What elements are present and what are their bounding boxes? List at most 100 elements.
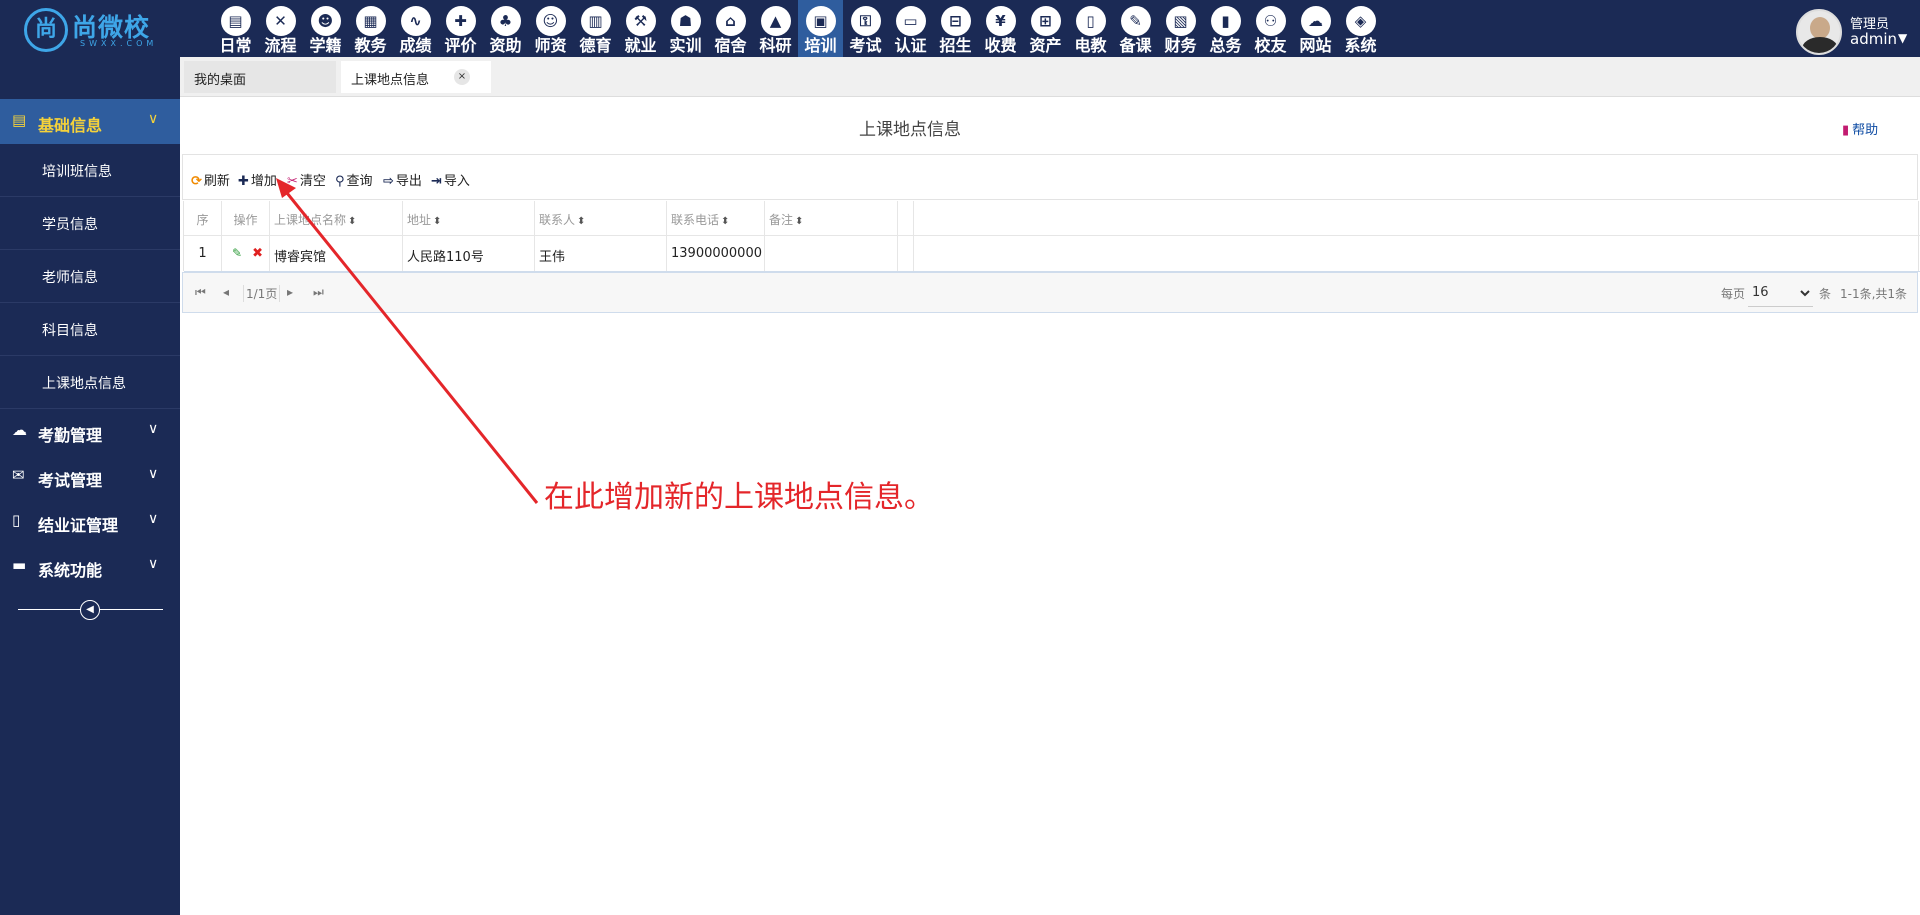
plus-button[interactable]: ✚ 增加: [238, 170, 277, 189]
module-calendar[interactable]: ▤ 日常: [213, 0, 258, 57]
delete-icon[interactable]: ✖: [252, 246, 263, 261]
news-icon: ▧: [1165, 6, 1196, 36]
collapse-left-icon[interactable]: ◀: [80, 600, 100, 620]
sidebar-item[interactable]: 学员信息: [0, 197, 180, 250]
module-cube[interactable]: ◈ 系统: [1338, 0, 1383, 57]
sidebar-item[interactable]: 培训班信息: [0, 144, 180, 197]
document-icon: ▯: [1075, 6, 1106, 36]
key-icon: ⚿: [850, 6, 881, 36]
module-monitor[interactable]: ▭ 认证: [888, 0, 933, 57]
cloud-icon: ☁: [12, 421, 27, 439]
sidebar-group-2[interactable]: ✉ 考试管理 ∨: [0, 454, 180, 499]
sidebar-group-3[interactable]: ▯ 结业证管理 ∨: [0, 499, 180, 544]
refresh-icon: ⟳: [191, 174, 202, 189]
sidebar-item-label: 老师信息: [42, 270, 98, 286]
column-header[interactable]: 备注 ⬍: [765, 201, 898, 235]
sidebar-item[interactable]: 老师信息: [0, 250, 180, 303]
close-icon[interactable]: ×: [454, 69, 470, 85]
sort-icon[interactable]: ⬍: [577, 216, 585, 227]
prev-page-icon[interactable]: ◂: [223, 285, 229, 299]
column-header[interactable]: 联系人 ⬍: [535, 201, 667, 235]
module-key[interactable]: ⚿ 考试: [843, 0, 888, 57]
module-cloud[interactable]: ☁ 网站: [1293, 0, 1338, 57]
per-page-select[interactable]: 10162050: [1748, 279, 1813, 307]
sidebar-group-1[interactable]: ☁ 考勤管理 ∨: [0, 409, 180, 454]
chevron-down-icon[interactable]: ∨: [148, 421, 158, 437]
module-chart[interactable]: ∿ 成绩: [393, 0, 438, 57]
module-label: 总务: [1209, 36, 1242, 55]
picture-icon: ▣: [805, 6, 836, 36]
tab-course-location[interactable]: 上课地点信息 ×: [341, 61, 491, 93]
module-training[interactable]: ☗ 实训: [663, 0, 708, 57]
module-bus[interactable]: ⊟ 招生: [933, 0, 978, 57]
chevron-down-icon[interactable]: ∨: [148, 111, 158, 127]
search-button[interactable]: ⚲ 查询: [335, 170, 373, 189]
import-button[interactable]: ⇥ 导入: [431, 170, 470, 189]
module-book[interactable]: ▥ 德育: [573, 0, 618, 57]
module-picture[interactable]: ▣ 培训: [798, 0, 843, 57]
module-yen[interactable]: ¥ 收费: [978, 0, 1023, 57]
module-evaluate[interactable]: ✚ 评价: [438, 0, 483, 57]
refresh-button[interactable]: ⟳ 刷新: [191, 170, 230, 189]
toolbar: ⟳ 刷新 ✚ 增加 ✂ 清空 ⚲ 查询 ⇨ 导出 ⇥ 导入: [182, 155, 1918, 200]
sidebar-item[interactable]: 科目信息: [0, 303, 180, 356]
sort-icon[interactable]: ⬍: [795, 216, 803, 227]
module-student[interactable]: ☻ 学籍: [303, 0, 348, 57]
table-row[interactable]: 1 ✎ ✖ 博睿宾馆 人民路110号 王伟 13900000000: [184, 236, 1920, 272]
tab-my-desktop[interactable]: 我的桌面: [184, 61, 336, 93]
last-page-icon[interactable]: ⏭: [313, 285, 324, 300]
evaluate-icon: ✚: [445, 6, 476, 36]
module-aid[interactable]: ♣ 资助: [483, 0, 528, 57]
avatar[interactable]: [1796, 9, 1842, 55]
column-spacer: [898, 201, 914, 235]
module-stats[interactable]: ▮ 总务: [1203, 0, 1248, 57]
module-edit[interactable]: ✎ 备课: [1113, 0, 1158, 57]
module-train[interactable]: ⊞ 资产: [1023, 0, 1068, 57]
module-label: 实训: [669, 36, 702, 55]
module-label: 评价: [444, 36, 477, 55]
chevron-down-icon[interactable]: ∨: [148, 511, 158, 527]
module-home[interactable]: ⌂ 宿舍: [708, 0, 753, 57]
sort-icon[interactable]: ⬍: [348, 216, 356, 227]
sort-icon[interactable]: ⬍: [433, 216, 441, 227]
scissors-button[interactable]: ✂ 清空: [287, 170, 326, 189]
module-label: 资产: [1029, 36, 1062, 55]
column-header[interactable]: 联系电话 ⬍: [667, 201, 765, 235]
sidebar-item[interactable]: 上课地点信息: [0, 356, 180, 409]
sidebar-collapse[interactable]: ◀: [18, 600, 163, 620]
column-header[interactable]: 上课地点名称 ⬍: [270, 201, 403, 235]
help-link[interactable]: ▮ 帮助: [1842, 119, 1878, 138]
chevron-down-icon[interactable]: ▼: [1898, 31, 1907, 45]
plus-icon: ✚: [238, 174, 249, 189]
sidebar-group-4[interactable]: ▬ 系统功能 ∨: [0, 544, 180, 589]
module-schedule[interactable]: ▦ 教务: [348, 0, 393, 57]
book-icon: ▥: [580, 6, 611, 36]
module-label: 科研: [759, 36, 792, 55]
chevron-down-icon[interactable]: ∨: [148, 556, 158, 572]
export-button[interactable]: ⇨ 导出: [383, 170, 422, 189]
module-document[interactable]: ▯ 电教: [1068, 0, 1113, 57]
next-page-icon[interactable]: ▸: [287, 285, 293, 299]
yen-icon: ¥: [985, 6, 1016, 36]
sort-icon[interactable]: ⬍: [721, 216, 729, 227]
module-news[interactable]: ▧ 财务: [1158, 0, 1203, 57]
module-label: 系统: [1344, 36, 1377, 55]
module-label: 德育: [579, 36, 612, 55]
module-graduation[interactable]: ▲ 科研: [753, 0, 798, 57]
module-label: 招生: [939, 36, 972, 55]
first-page-icon[interactable]: ⏮: [195, 285, 206, 300]
module-teacher[interactable]: ☺ 师资: [528, 0, 573, 57]
module-flow[interactable]: ✕ 流程: [258, 0, 303, 57]
module-hammer[interactable]: ⚒ 就业: [618, 0, 663, 57]
page-info: 1/1页: [243, 285, 281, 302]
aid-icon: ♣: [490, 6, 521, 36]
edit-icon[interactable]: ✎: [232, 246, 242, 260]
cell-phone: 13900000000: [667, 236, 765, 271]
chevron-down-icon[interactable]: ∨: [148, 466, 158, 482]
user-menu[interactable]: 管理员 admin ▼: [1780, 0, 1920, 57]
module-users[interactable]: ⚇ 校友: [1248, 0, 1293, 57]
user-name[interactable]: admin: [1850, 30, 1897, 48]
logo[interactable]: 尚 尚微校 SWXX.COM: [22, 6, 172, 52]
sidebar-group-0[interactable]: ▤ 基础信息 ∨: [0, 99, 180, 144]
column-header[interactable]: 地址 ⬍: [403, 201, 535, 235]
